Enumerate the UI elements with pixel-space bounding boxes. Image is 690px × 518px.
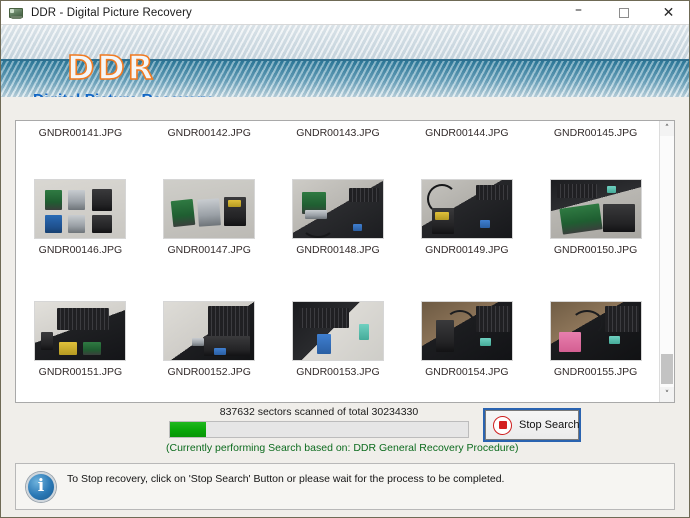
sectors-scanned-text: 837632 sectors scanned of total 30234330 <box>219 406 419 418</box>
thumbnail-item[interactable]: GNDR00143.JPG GNDR00148.JPG <box>274 123 403 263</box>
minimize-button[interactable]: – <box>556 1 601 25</box>
thumbnail-label: GNDR00147.JPG <box>167 243 251 256</box>
progress-region: 837632 sectors scanned of total 30234330… <box>166 406 518 455</box>
app-monitor-icon <box>8 5 24 21</box>
close-icon: ✕ <box>662 5 675 21</box>
thumbnail-item[interactable]: GNDR00153.JPG <box>274 265 403 402</box>
status-message: To Stop recovery, click on 'Stop Search'… <box>67 473 505 485</box>
body-area: GNDR00141.JPG GNDR00146.JPG GNDR00142.JP… <box>1 97 689 517</box>
scan-progress-bar <box>169 421 469 438</box>
thumbnail-item[interactable]: GNDR00141.JPG GNDR00146.JPG <box>16 123 145 263</box>
stop-search-button[interactable]: Stop Search <box>483 408 581 442</box>
thumbnail-item[interactable]: GNDR00144.JPG GNDR00149.JPG <box>402 123 531 263</box>
thumbnail-item[interactable]: GNDR00145.JPG GNDR00150.JPG <box>531 123 660 263</box>
thumbnail-label: GNDR00150.JPG <box>553 243 638 256</box>
thumbnail-label: GNDR00151.JPG <box>38 366 123 378</box>
ddr-logo: DDR <box>66 48 157 87</box>
thumbnail-image[interactable] <box>420 301 513 361</box>
thumbnail-item[interactable]: GNDR00152.JPG <box>145 265 274 402</box>
thumbnail-image[interactable] <box>549 178 642 239</box>
thumbnail-row: GNDR00151.JPG GNDR00152.JPG GNDR00153.JP… <box>16 265 660 402</box>
scroll-up-icon[interactable]: ˄ <box>660 121 674 136</box>
window-controls: – ✕ <box>556 1 689 25</box>
thumbnail-label: GNDR00143.JPG <box>296 127 380 139</box>
thumbnail-image[interactable] <box>549 301 642 361</box>
thumbnail-panel[interactable]: GNDR00141.JPG GNDR00146.JPG GNDR00142.JP… <box>15 120 675 403</box>
stop-square-icon <box>493 415 512 435</box>
thumbnail-image[interactable] <box>163 178 256 239</box>
thumbnail-scrollbar[interactable]: ˄ ˅ <box>659 121 674 402</box>
thumbnail-image[interactable] <box>34 301 127 361</box>
scrollbar-thumb[interactable] <box>661 354 673 384</box>
thumbnail-image[interactable] <box>420 178 513 239</box>
thumbnail-label: GNDR00149.JPG <box>425 243 509 256</box>
stop-search-label: Stop Search <box>519 419 580 431</box>
thumbnail-label: GNDR00155.JPG <box>553 366 638 378</box>
thumbnail-label: GNDR00144.JPG <box>425 127 509 139</box>
thumbnail-item[interactable]: GNDR00142.JPG GNDR00147.JPG <box>145 123 274 263</box>
thumbnail-label: GNDR00154.JPG <box>425 366 509 378</box>
thumbnail-image[interactable] <box>291 301 384 361</box>
thumbnail-image[interactable] <box>291 178 384 239</box>
thumbnail-label: GNDR00142.JPG <box>167 127 251 139</box>
thumbnail-label: GNDR00152.JPG <box>167 366 251 378</box>
thumbnail-label: GNDR00141.JPG <box>38 127 123 139</box>
minimize-icon: – <box>575 2 582 18</box>
thumbnail-item[interactable]: GNDR00151.JPG <box>16 265 145 402</box>
thumbnail-row: GNDR00141.JPG GNDR00146.JPG GNDR00142.JP… <box>16 123 660 263</box>
scrollbar-track[interactable] <box>660 136 674 387</box>
thumbnail-image[interactable] <box>163 301 256 361</box>
thumbnail-label: GNDR00146.JPG <box>38 243 123 256</box>
info-glyph: i <box>37 475 45 496</box>
thumbnail-label: GNDR00145.JPG <box>553 127 638 139</box>
thumbnail-grid: GNDR00141.JPG GNDR00146.JPG GNDR00142.JP… <box>16 121 660 402</box>
info-circle-icon: i <box>26 472 56 502</box>
thumbnail-label: GNDR00148.JPG <box>296 243 380 256</box>
thumbnail-item[interactable]: GNDR00155.JPG <box>531 265 660 402</box>
scan-progress-fill <box>170 422 206 437</box>
close-button[interactable]: ✕ <box>646 1 689 25</box>
title-bar: DDR - Digital Picture Recovery – ✕ <box>1 1 689 25</box>
scroll-down-icon[interactable]: ˅ <box>660 387 674 402</box>
window-title: DDR - Digital Picture Recovery <box>31 6 192 19</box>
thumbnail-label: GNDR00153.JPG <box>296 366 380 378</box>
status-panel: i To Stop recovery, click on 'Stop Searc… <box>15 463 675 510</box>
maximize-button[interactable] <box>601 1 646 25</box>
maximize-icon <box>618 8 629 18</box>
header-banner: DDR Digital Picture Recovery <box>1 25 689 97</box>
recovery-procedure-note: (Currently performing Search based on: D… <box>166 442 519 454</box>
application-window: DDR - Digital Picture Recovery – ✕ DDR D… <box>0 0 690 518</box>
thumbnail-image[interactable] <box>34 178 127 239</box>
thumbnail-item[interactable]: GNDR00154.JPG <box>402 265 531 402</box>
